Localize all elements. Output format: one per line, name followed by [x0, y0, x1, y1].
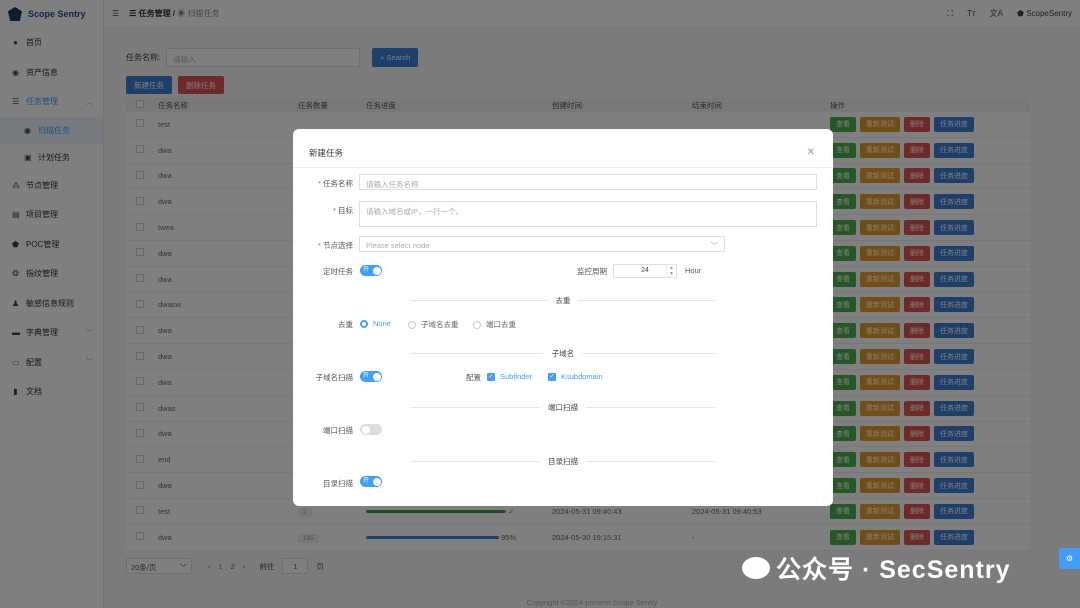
config-label: 配置	[466, 373, 481, 382]
dir-scan-divider: 目录扫描	[411, 456, 715, 467]
port-scan-label: 端口扫描	[323, 426, 353, 435]
close-icon[interactable]: ✕	[807, 147, 815, 158]
chevron-down-icon: ﹀	[710, 241, 719, 250]
check-icon: ✓	[487, 372, 495, 381]
wechat-icon	[742, 557, 770, 579]
port-scan-divider: 端口扫描	[411, 402, 715, 413]
cycle-label: 监控周期	[577, 267, 607, 276]
node-select[interactable]: Please select node ﹀	[359, 236, 725, 252]
dedup-subdomain-radio[interactable]: 子域名去重	[408, 319, 459, 330]
task-name-input[interactable]: 请输入任务名称	[359, 174, 817, 190]
schedule-label: 定时任务	[323, 267, 353, 276]
port-scan-toggle[interactable]	[360, 424, 382, 435]
stepper-arrows-icon[interactable]: ▲ ▼	[666, 265, 676, 277]
target-textarea[interactable]: 请输入域名或IP，一行一个。	[359, 201, 817, 227]
dir-scan-label: 目录扫描	[323, 479, 353, 488]
subdomain-divider: 子域名	[411, 348, 715, 359]
subfinder-checkbox[interactable]: ✓ Subfinder	[487, 372, 532, 381]
settings-fab[interactable]: ⚙	[1059, 548, 1080, 569]
node-label: 节点选择	[293, 240, 353, 251]
dedup-label: 去重	[338, 320, 353, 329]
cycle-unit: Hour	[685, 266, 702, 275]
check-icon: ✓	[548, 372, 556, 381]
watermark: 公众号 · SecSentry	[742, 550, 1011, 586]
subdomain-scan-toggle[interactable]: 开	[360, 371, 382, 382]
cycle-stepper[interactable]: 24 ▲ ▼	[613, 264, 677, 278]
gear-icon: ⚙	[1065, 554, 1074, 563]
target-label: 目标	[293, 205, 353, 216]
task-name-label: 任务名称	[293, 178, 353, 189]
dialog-divider	[293, 167, 833, 168]
new-task-dialog: 新建任务 ✕ 任务名称 请输入任务名称 目标 请输入域名或IP，一行一个。 节点…	[293, 129, 833, 506]
subdomain-scan-label: 子域名扫描	[315, 373, 354, 382]
dedup-port-radio[interactable]: 端口去重	[473, 319, 516, 330]
schedule-toggle[interactable]: 开	[360, 265, 382, 276]
ksubdomain-checkbox[interactable]: ✓ Ksubdomain	[548, 372, 603, 381]
dir-scan-toggle[interactable]: 开	[360, 476, 382, 487]
dialog-title: 新建任务	[309, 148, 344, 158]
dedup-none-radio[interactable]: None	[360, 319, 391, 328]
dedup-divider: 去重	[411, 295, 715, 306]
